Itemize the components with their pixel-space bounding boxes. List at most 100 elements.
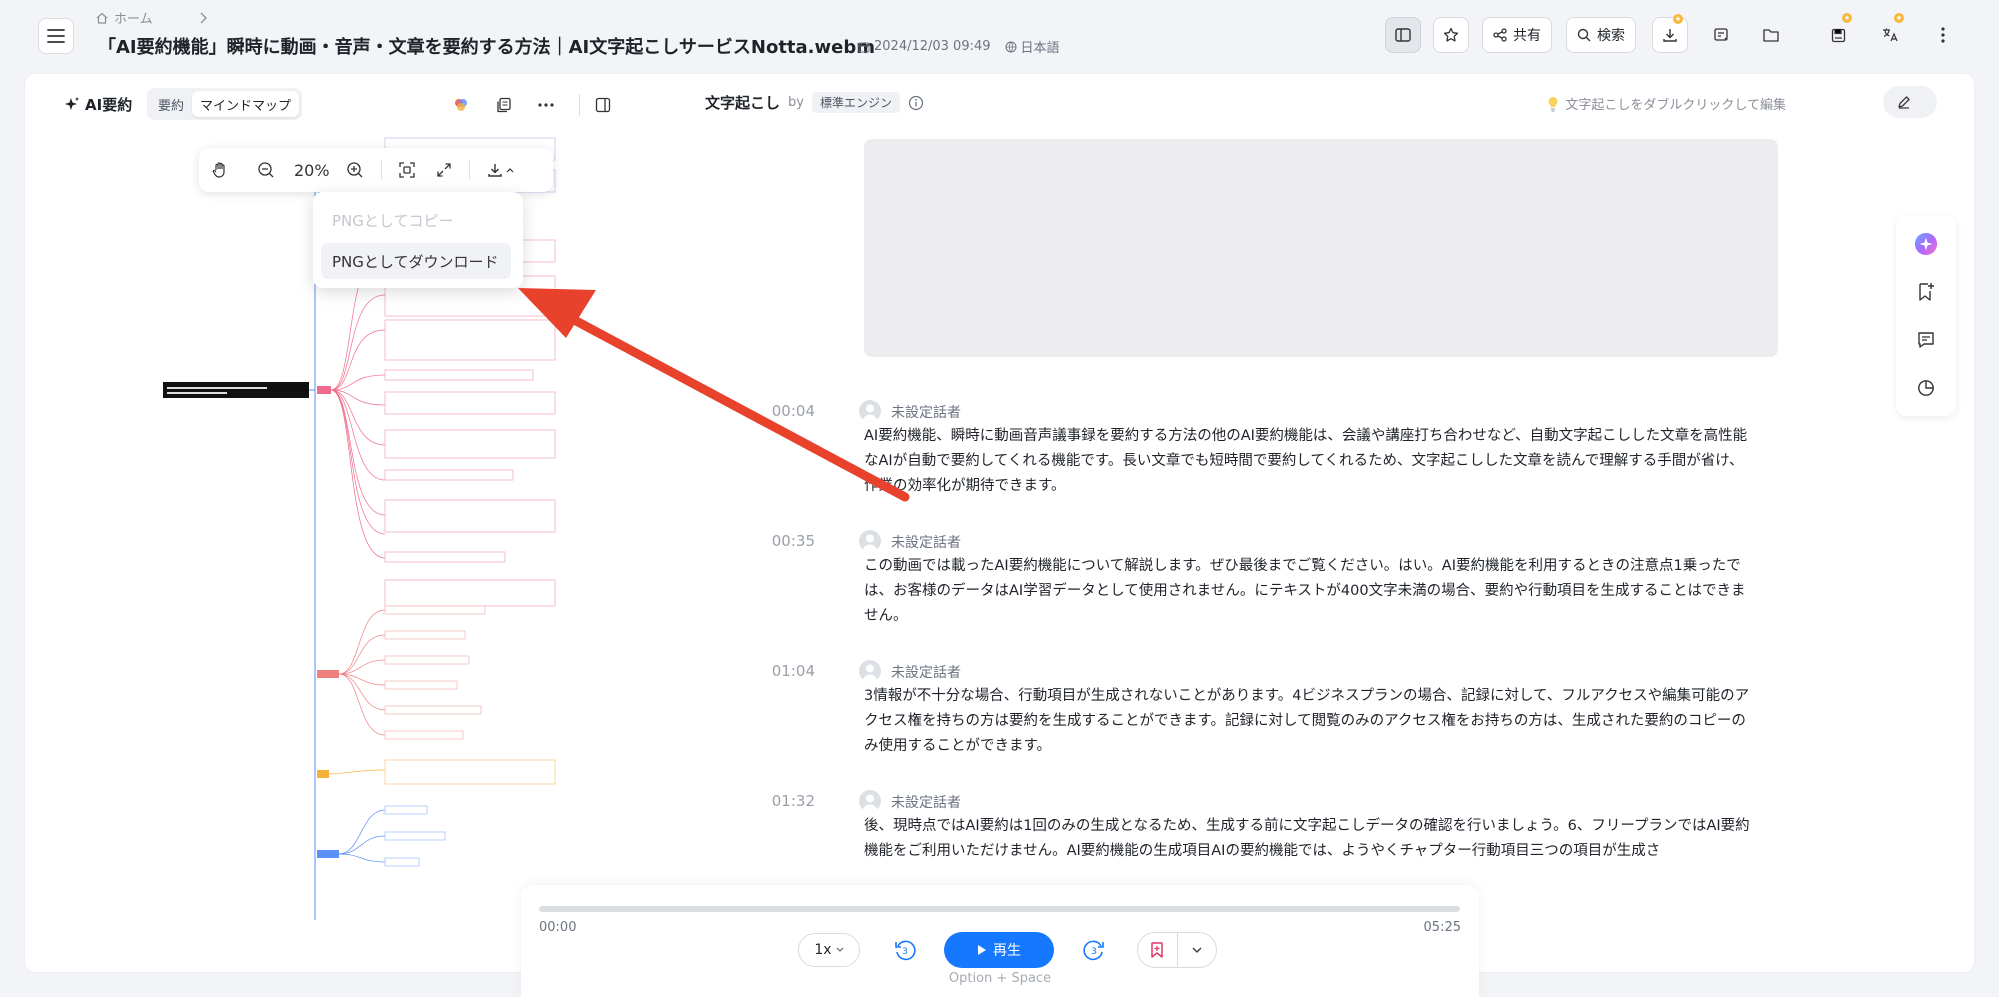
- ai-summary-panel: AI要約 要約 マインドマップ 20% PNGとしてコピー PNGとしてダウンロ…: [25, 74, 665, 972]
- copy-icon: [497, 97, 511, 113]
- toggle-sidebar-button[interactable]: [1385, 17, 1421, 53]
- segment-time[interactable]: 01:04: [755, 662, 815, 680]
- bookmark-options-button[interactable]: [1176, 933, 1216, 967]
- edit-hint: 文字起こしをダブルクリックして編集: [1547, 94, 1786, 113]
- fit-view-button[interactable]: [396, 159, 418, 181]
- shortcut-hint: Option + Space: [948, 971, 1052, 986]
- pencil-icon: [1898, 96, 1910, 109]
- translate-icon: [1883, 28, 1898, 42]
- pan-tool-button[interactable]: [209, 159, 231, 181]
- info-icon[interactable]: [908, 95, 924, 111]
- panel-collapse-icon: [595, 97, 611, 113]
- share-label: 共有: [1513, 28, 1541, 44]
- mindmap-toolbar: 20%: [199, 148, 553, 192]
- copy-as-png-item[interactable]: PNGとしてコピー: [321, 202, 511, 238]
- segment-text[interactable]: 3情報が不十分な場合、行動項目が生成されないことがあります。4ビジネスプランの場…: [864, 684, 1754, 759]
- user-icon: [862, 534, 878, 552]
- datetime-text: 2024/12/03 09:49: [874, 39, 991, 54]
- rewind-seconds: 3: [902, 947, 908, 957]
- export-button[interactable]: [482, 159, 518, 181]
- transcript-header: 文字起こし by 標準エンジン: [705, 92, 924, 113]
- playback-speed-select[interactable]: 1x: [798, 933, 860, 967]
- rewind-icon: 3: [895, 940, 916, 961]
- progress-bar[interactable]: [539, 906, 1460, 912]
- notification-badge: ★: [1673, 14, 1683, 24]
- mindmap-canvas[interactable]: 20% PNGとしてコピー PNGとしてダウンロード: [25, 130, 665, 930]
- segment-time[interactable]: 01:32: [755, 792, 815, 810]
- sidebar-icon: [1395, 28, 1411, 42]
- speaker-name[interactable]: 未設定話者: [891, 662, 961, 682]
- breadcrumb: ホーム: [96, 8, 207, 27]
- speaker-name[interactable]: 未設定話者: [891, 532, 961, 552]
- ai-notes-button[interactable]: [1703, 17, 1739, 53]
- download-button[interactable]: ★: [1652, 14, 1688, 53]
- home-icon: [96, 12, 108, 24]
- page-title[interactable]: 「AI要約機能」瞬時に動画・音声・文章を要約する方法｜AI文字起こしサービスNo…: [98, 33, 875, 59]
- speaker-name[interactable]: 未設定話者: [891, 402, 961, 422]
- play-button[interactable]: 再生: [944, 932, 1054, 968]
- share-button[interactable]: 共有: [1482, 17, 1552, 53]
- save-button[interactable]: ★: [1820, 13, 1856, 53]
- datetime: 2024/12/03 09:49: [858, 39, 991, 54]
- folder-button[interactable]: [1753, 17, 1789, 53]
- forward-icon: 3: [1083, 940, 1104, 961]
- folder-icon: [1763, 29, 1779, 42]
- user-icon: [862, 664, 878, 682]
- favorite-button[interactable]: [1433, 17, 1469, 53]
- tab-mindmap[interactable]: マインドマップ: [192, 91, 300, 117]
- zoom-in-button[interactable]: [344, 159, 366, 181]
- video-player[interactable]: [864, 139, 1778, 357]
- forward-button[interactable]: 3: [1082, 938, 1106, 962]
- document-sparkle-icon: [1714, 28, 1728, 41]
- expand-icon: [437, 163, 451, 177]
- segment-time[interactable]: 00:04: [755, 402, 815, 420]
- divider: [469, 160, 470, 180]
- bookmark-split-button: [1137, 932, 1217, 968]
- ai-assistant-button[interactable]: [1914, 232, 1938, 256]
- search-label: 検索: [1597, 28, 1625, 44]
- rewind-button[interactable]: 3: [893, 938, 917, 962]
- zoom-in-icon: [347, 162, 363, 178]
- more-button[interactable]: [1925, 17, 1961, 53]
- language[interactable]: 日本語: [1005, 37, 1060, 56]
- search-button[interactable]: 検索: [1566, 17, 1636, 53]
- ai-color-icon[interactable]: [450, 94, 472, 116]
- bookmark-icon: [1151, 942, 1164, 958]
- download-icon: [487, 164, 502, 177]
- zoom-out-button[interactable]: [255, 159, 277, 181]
- segment-text[interactable]: この動画では載ったAI要約機能について解説します。ぜひ最後までご覧ください。はい…: [864, 554, 1754, 629]
- play-label: 再生: [993, 943, 1021, 959]
- fullscreen-button[interactable]: [433, 159, 455, 181]
- breadcrumb-home[interactable]: ホーム: [114, 8, 153, 27]
- transcript-title: 文字起こし: [705, 94, 781, 112]
- avatar: [859, 530, 881, 552]
- notification-badge: ★: [1842, 13, 1852, 23]
- comments-button[interactable]: [1914, 328, 1938, 352]
- summary-view-toggle: 要約 マインドマップ: [147, 88, 303, 120]
- globe-icon: [1005, 41, 1017, 52]
- more-options-button[interactable]: [535, 94, 557, 116]
- language-text: 日本語: [1020, 41, 1060, 56]
- hamburger-icon: [47, 29, 65, 43]
- ai-sparkle-icon: [1914, 232, 1938, 256]
- menu-button[interactable]: [38, 18, 74, 54]
- statistics-button[interactable]: [1914, 376, 1938, 400]
- add-bookmark-button[interactable]: [1138, 933, 1177, 967]
- tab-summary[interactable]: 要約: [150, 91, 192, 117]
- chevron-down-icon: [836, 947, 844, 952]
- download-as-png-item[interactable]: PNGとしてダウンロード: [321, 243, 511, 279]
- focus-icon: [399, 162, 415, 178]
- collapse-panel-button[interactable]: [592, 94, 614, 116]
- translate-button[interactable]: ★: [1872, 13, 1908, 53]
- chevron-down-icon: [1192, 947, 1202, 953]
- bookmark-button[interactable]: [1914, 280, 1938, 304]
- copy-button[interactable]: [493, 94, 515, 116]
- segment-text[interactable]: AI要約機能、瞬時に動画音声議事録を要約する方法の他のAI要約機能は、会議や講座…: [864, 424, 1754, 499]
- user-icon: [862, 794, 878, 812]
- duration: 05:25: [1423, 920, 1461, 935]
- engine-badge[interactable]: 標準エンジン: [811, 92, 900, 113]
- speaker-name[interactable]: 未設定話者: [891, 792, 961, 812]
- segment-time[interactable]: 00:35: [755, 532, 815, 550]
- edit-button[interactable]: [1883, 86, 1937, 118]
- avatar: [859, 790, 881, 812]
